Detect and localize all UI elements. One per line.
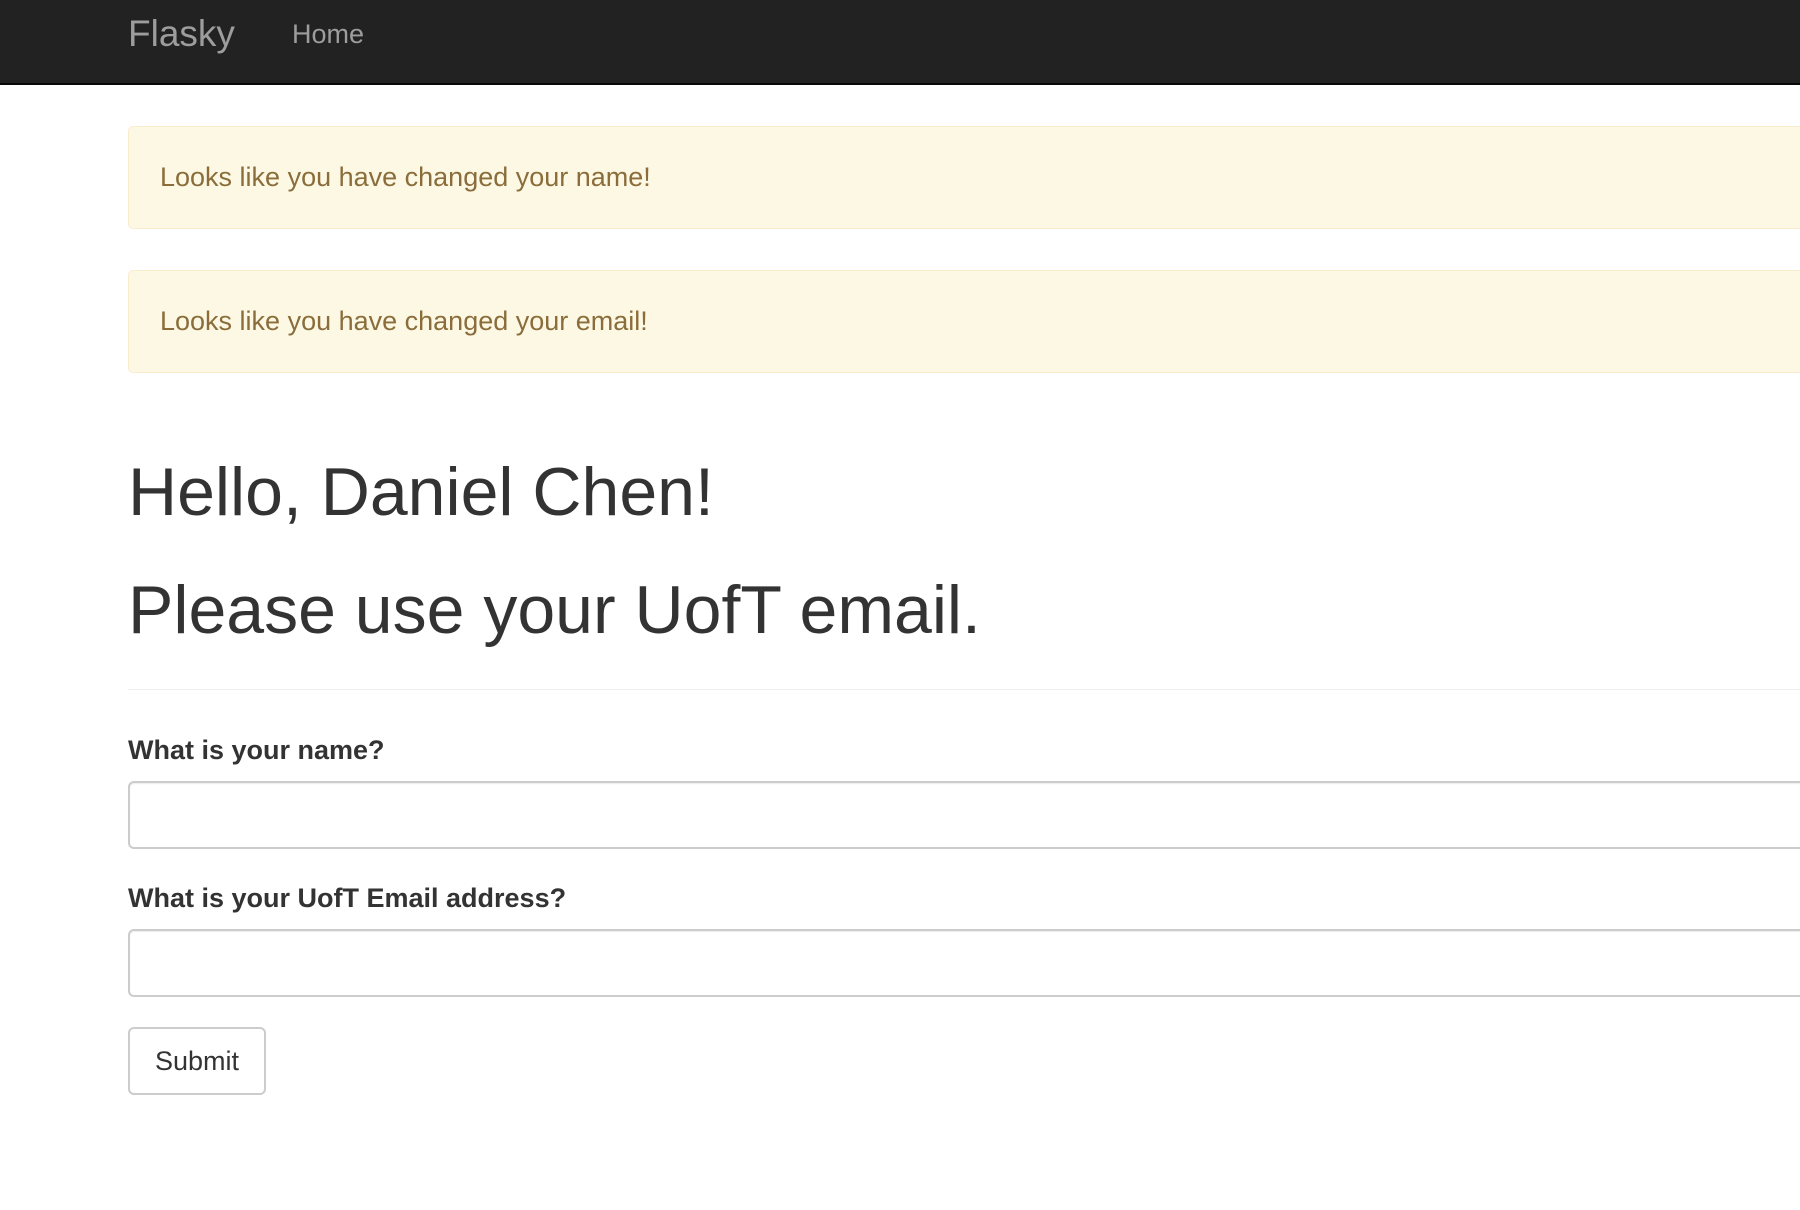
greeting-heading: Hello, Daniel Chen! [128, 454, 714, 530]
brand-link[interactable]: Flasky [128, 14, 235, 54]
nav-link-home[interactable]: Home [292, 19, 364, 49]
email-input[interactable] [128, 929, 1800, 997]
navbar: Flasky Home [0, 0, 1800, 85]
alert-name-changed: Looks like you have changed your name! [128, 126, 1800, 229]
email-note-heading: Please use your UofT email. [128, 572, 981, 648]
email-label: What is your UofT Email address? [128, 883, 567, 913]
header-divider [128, 689, 1800, 690]
name-input[interactable] [128, 781, 1800, 849]
alert-email-changed: Looks like you have changed your email! [128, 270, 1800, 373]
submit-button[interactable]: Submit [128, 1027, 266, 1095]
name-label: What is your name? [128, 735, 385, 765]
